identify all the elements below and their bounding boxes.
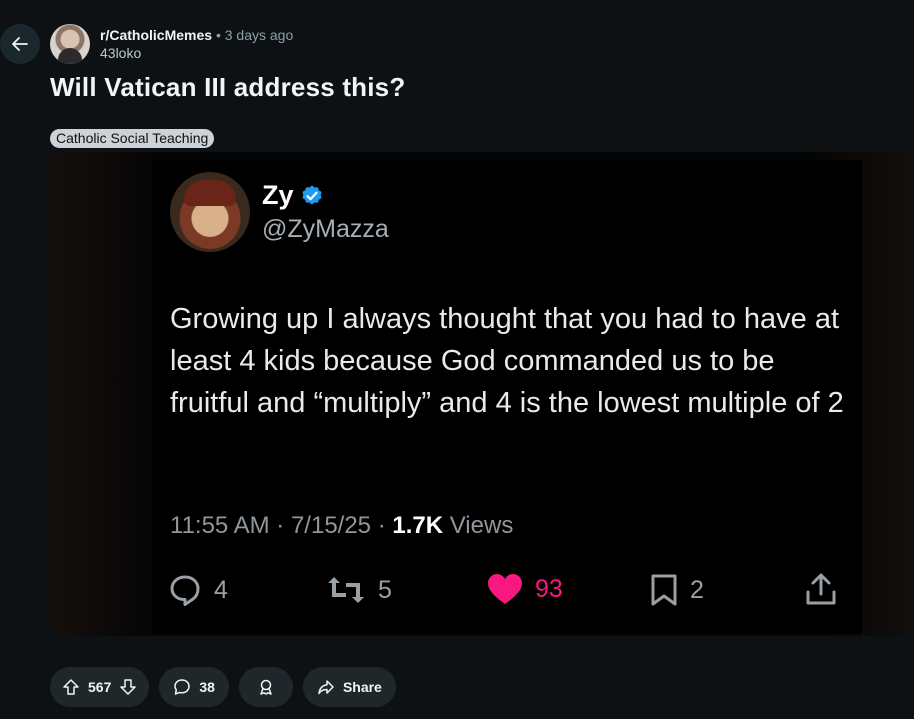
tweet-retweet: 5: [326, 573, 392, 607]
award-button[interactable]: [238, 667, 293, 707]
post-age: 3 days ago: [224, 27, 294, 43]
retweet-count: 5: [378, 575, 392, 604]
reply-count: 4: [214, 575, 228, 604]
post-meta: r/CatholicMemes • 3 days ago 43loko: [100, 26, 293, 62]
downvote-icon[interactable]: [119, 678, 137, 696]
subreddit-avatar[interactable]: [50, 24, 90, 64]
award-icon: [260, 679, 272, 695]
author-link[interactable]: 43loko: [100, 44, 293, 62]
tweet-reply: 4: [168, 573, 228, 607]
tweet-actions: 4 5 93 2: [0, 570, 914, 610]
post-action-bar: 567 38 Share: [50, 667, 396, 707]
tweet-share: [805, 572, 837, 606]
share-label: Share: [342, 679, 382, 695]
back-button[interactable]: [0, 24, 40, 64]
tweet-like: 93: [487, 573, 563, 605]
tweet-views-label: Views: [443, 512, 514, 539]
upvote-icon[interactable]: [62, 678, 80, 696]
post-title: Will Vatican III address this?: [50, 72, 406, 102]
tweet-views-count: 1.7K: [392, 512, 444, 539]
retweet-icon: [328, 577, 364, 603]
share-button[interactable]: Share: [302, 667, 396, 707]
comment-icon: [174, 679, 191, 695]
tweet-bookmark: 2: [650, 573, 704, 607]
meta-separator: •: [215, 27, 221, 43]
tweet-timestamp: 11:55 AM · 7/15/25 · 1.7K Views: [170, 512, 513, 540]
back-arrow-icon: [12, 37, 28, 51]
tweet-avatar: [170, 172, 250, 252]
tweet-author: Zy: [262, 180, 324, 211]
heart-icon: [488, 574, 522, 604]
post-flair[interactable]: Catholic Social Teaching: [50, 129, 215, 148]
bookmark-count: 2: [690, 575, 704, 604]
bookmark-icon: [651, 574, 677, 606]
vote-count: 567: [88, 679, 112, 695]
verified-badge-icon: [301, 185, 322, 204]
comments-button[interactable]: 38: [159, 667, 229, 707]
tweet-handle: @ZyMazza: [262, 215, 389, 243]
comment-count: 38: [199, 679, 215, 695]
like-count: 93: [535, 574, 563, 603]
reply-icon: [170, 575, 200, 606]
subreddit-link[interactable]: r/CatholicMemes: [100, 27, 212, 43]
tweet-author-name: Zy: [262, 180, 294, 210]
tweet-text: Growing up I always thought that you had…: [170, 303, 844, 419]
vote-control: 567: [50, 667, 150, 707]
share-icon: [806, 573, 836, 605]
share-arrow-icon: [318, 680, 334, 695]
tweet-time: 11:55 AM · 7/15/25 ·: [170, 512, 393, 539]
